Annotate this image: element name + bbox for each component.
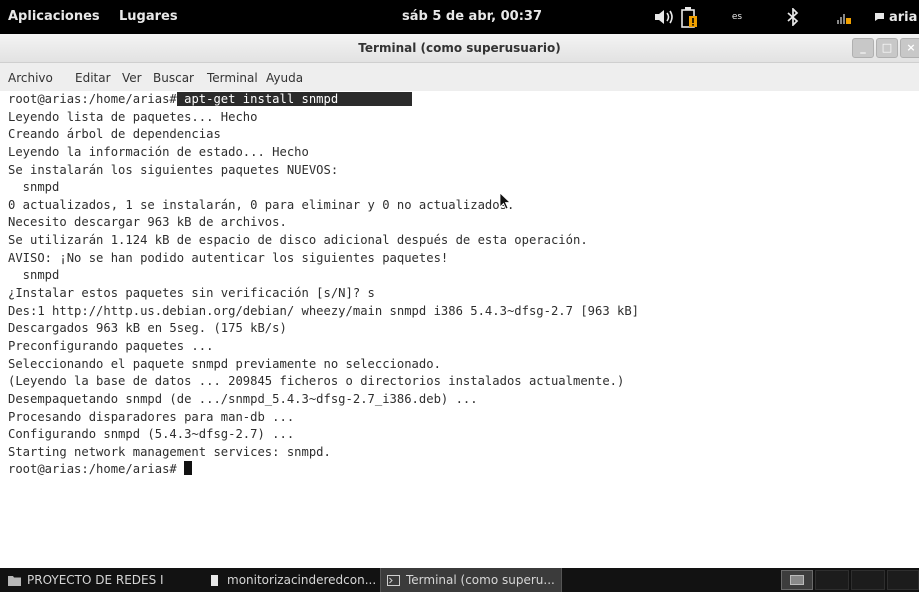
workspace-window-icon	[790, 575, 804, 585]
menu-ayuda[interactable]: Ayuda	[266, 71, 303, 85]
applications-menu[interactable]: Aplicaciones	[8, 9, 100, 24]
user-name: aria	[889, 9, 918, 25]
network-icon[interactable]	[834, 5, 854, 29]
text-cursor	[184, 461, 193, 476]
output-line: Desempaquetando snmpd (de .../snmpd_5.4.…	[8, 391, 478, 406]
battery-icon[interactable]	[677, 5, 701, 29]
output-line: Descargados 963 kB en 5seg. (175 kB/s)	[8, 321, 287, 336]
output-line: snmpd	[8, 268, 60, 283]
output-line: Creando árbol de dependencias	[8, 127, 221, 142]
output-line: Starting network management services: sn…	[8, 444, 331, 459]
top-panel: Aplicaciones Lugares sáb 5 de abr, 00:37…	[0, 0, 919, 34]
window-controls: _ □ ×	[852, 38, 919, 58]
output-line: (Leyendo la base de datos ... 209845 fic…	[8, 374, 625, 389]
task-label: monitorizacinderedcon...	[227, 573, 377, 587]
task-document[interactable]: monitorizacinderedcon...	[203, 568, 378, 592]
final-prompt-line: root@arias:/home/arias#	[8, 461, 919, 479]
keyboard-layout-indicator[interactable]: es	[727, 5, 747, 29]
prompt: root@arias:/home/arias#	[8, 92, 177, 106]
output-line: Necesito descargar 963 kB de archivos.	[8, 215, 287, 230]
bluetooth-icon[interactable]	[783, 5, 803, 29]
output-line: snmpd	[8, 180, 60, 195]
menubar: Archivo Editar Ver Buscar Terminal Ayuda	[0, 63, 919, 91]
workspace-1[interactable]	[781, 570, 813, 590]
terminal-output[interactable]: root@arias:/home/arias# apt-get install …	[0, 91, 919, 564]
menu-terminal[interactable]: Terminal	[207, 71, 258, 85]
window-title: Terminal (como superusuario)	[358, 41, 561, 55]
task-label: Terminal (como superu...	[406, 573, 555, 587]
selected-command: apt-get install snmpd	[176, 92, 412, 106]
task-proyecto-de-redes[interactable]: PROYECTO DE REDES I	[0, 568, 200, 592]
user-menu[interactable]: aria	[874, 5, 919, 29]
clock[interactable]: sáb 5 de abr, 00:37	[402, 9, 542, 24]
output-line: Se utilizarán 1.124 kB de espacio de dis…	[8, 233, 588, 248]
output-line: Leyendo lista de paquetes... Hecho	[8, 109, 258, 124]
output-line: Des:1 http://http.us.debian.org/debian/ …	[8, 303, 640, 318]
menu-buscar[interactable]: Buscar	[153, 71, 194, 85]
maximize-button[interactable]: □	[876, 38, 898, 58]
output-line: ¿Instalar estos paquetes sin verificació…	[8, 286, 375, 301]
output-line: Configurando snmpd (5.4.3~dfsg-2.7) ...	[8, 427, 295, 442]
window-titlebar[interactable]: Terminal (como superusuario) _ □ ×	[0, 34, 919, 63]
document-icon	[211, 574, 218, 586]
output-line: Procesando disparadores para man-db ...	[8, 409, 295, 424]
menu-archivo[interactable]: Archivo	[8, 71, 53, 85]
task-label: PROYECTO DE REDES I	[27, 573, 164, 587]
mouse-pointer-icon	[499, 192, 511, 210]
close-button[interactable]: ×	[900, 38, 919, 58]
command-line: root@arias:/home/arias# apt-get install …	[8, 91, 919, 109]
folder-icon	[8, 575, 21, 586]
output-line: AVISO: ¡No se han podido autenticar los …	[8, 250, 449, 265]
output-line: Se instalarán los siguientes paquetes NU…	[8, 162, 339, 177]
output-line: Leyendo la información de estado... Hech…	[8, 144, 309, 159]
task-terminal[interactable]: Terminal (como superu...	[380, 568, 562, 592]
chat-icon	[875, 13, 884, 21]
minimize-button[interactable]: _	[852, 38, 874, 58]
workspace-2[interactable]	[815, 570, 849, 590]
output-line: Seleccionando el paquete snmpd previamen…	[8, 356, 441, 371]
terminal-icon	[387, 574, 400, 586]
menu-ver[interactable]: Ver	[122, 71, 142, 85]
prompt: root@arias:/home/arias#	[8, 462, 185, 477]
volume-icon[interactable]	[650, 5, 680, 29]
menu-editar[interactable]: Editar	[75, 71, 111, 85]
places-menu[interactable]: Lugares	[119, 9, 178, 24]
output-line: 0 actualizados, 1 se instalarán, 0 para …	[8, 197, 515, 212]
taskbar: PROYECTO DE REDES I monitorizacinderedco…	[0, 568, 919, 592]
output-line: Preconfigurando paquetes ...	[8, 338, 214, 353]
workspace-3[interactable]	[851, 570, 885, 590]
workspace-4[interactable]	[887, 570, 919, 590]
